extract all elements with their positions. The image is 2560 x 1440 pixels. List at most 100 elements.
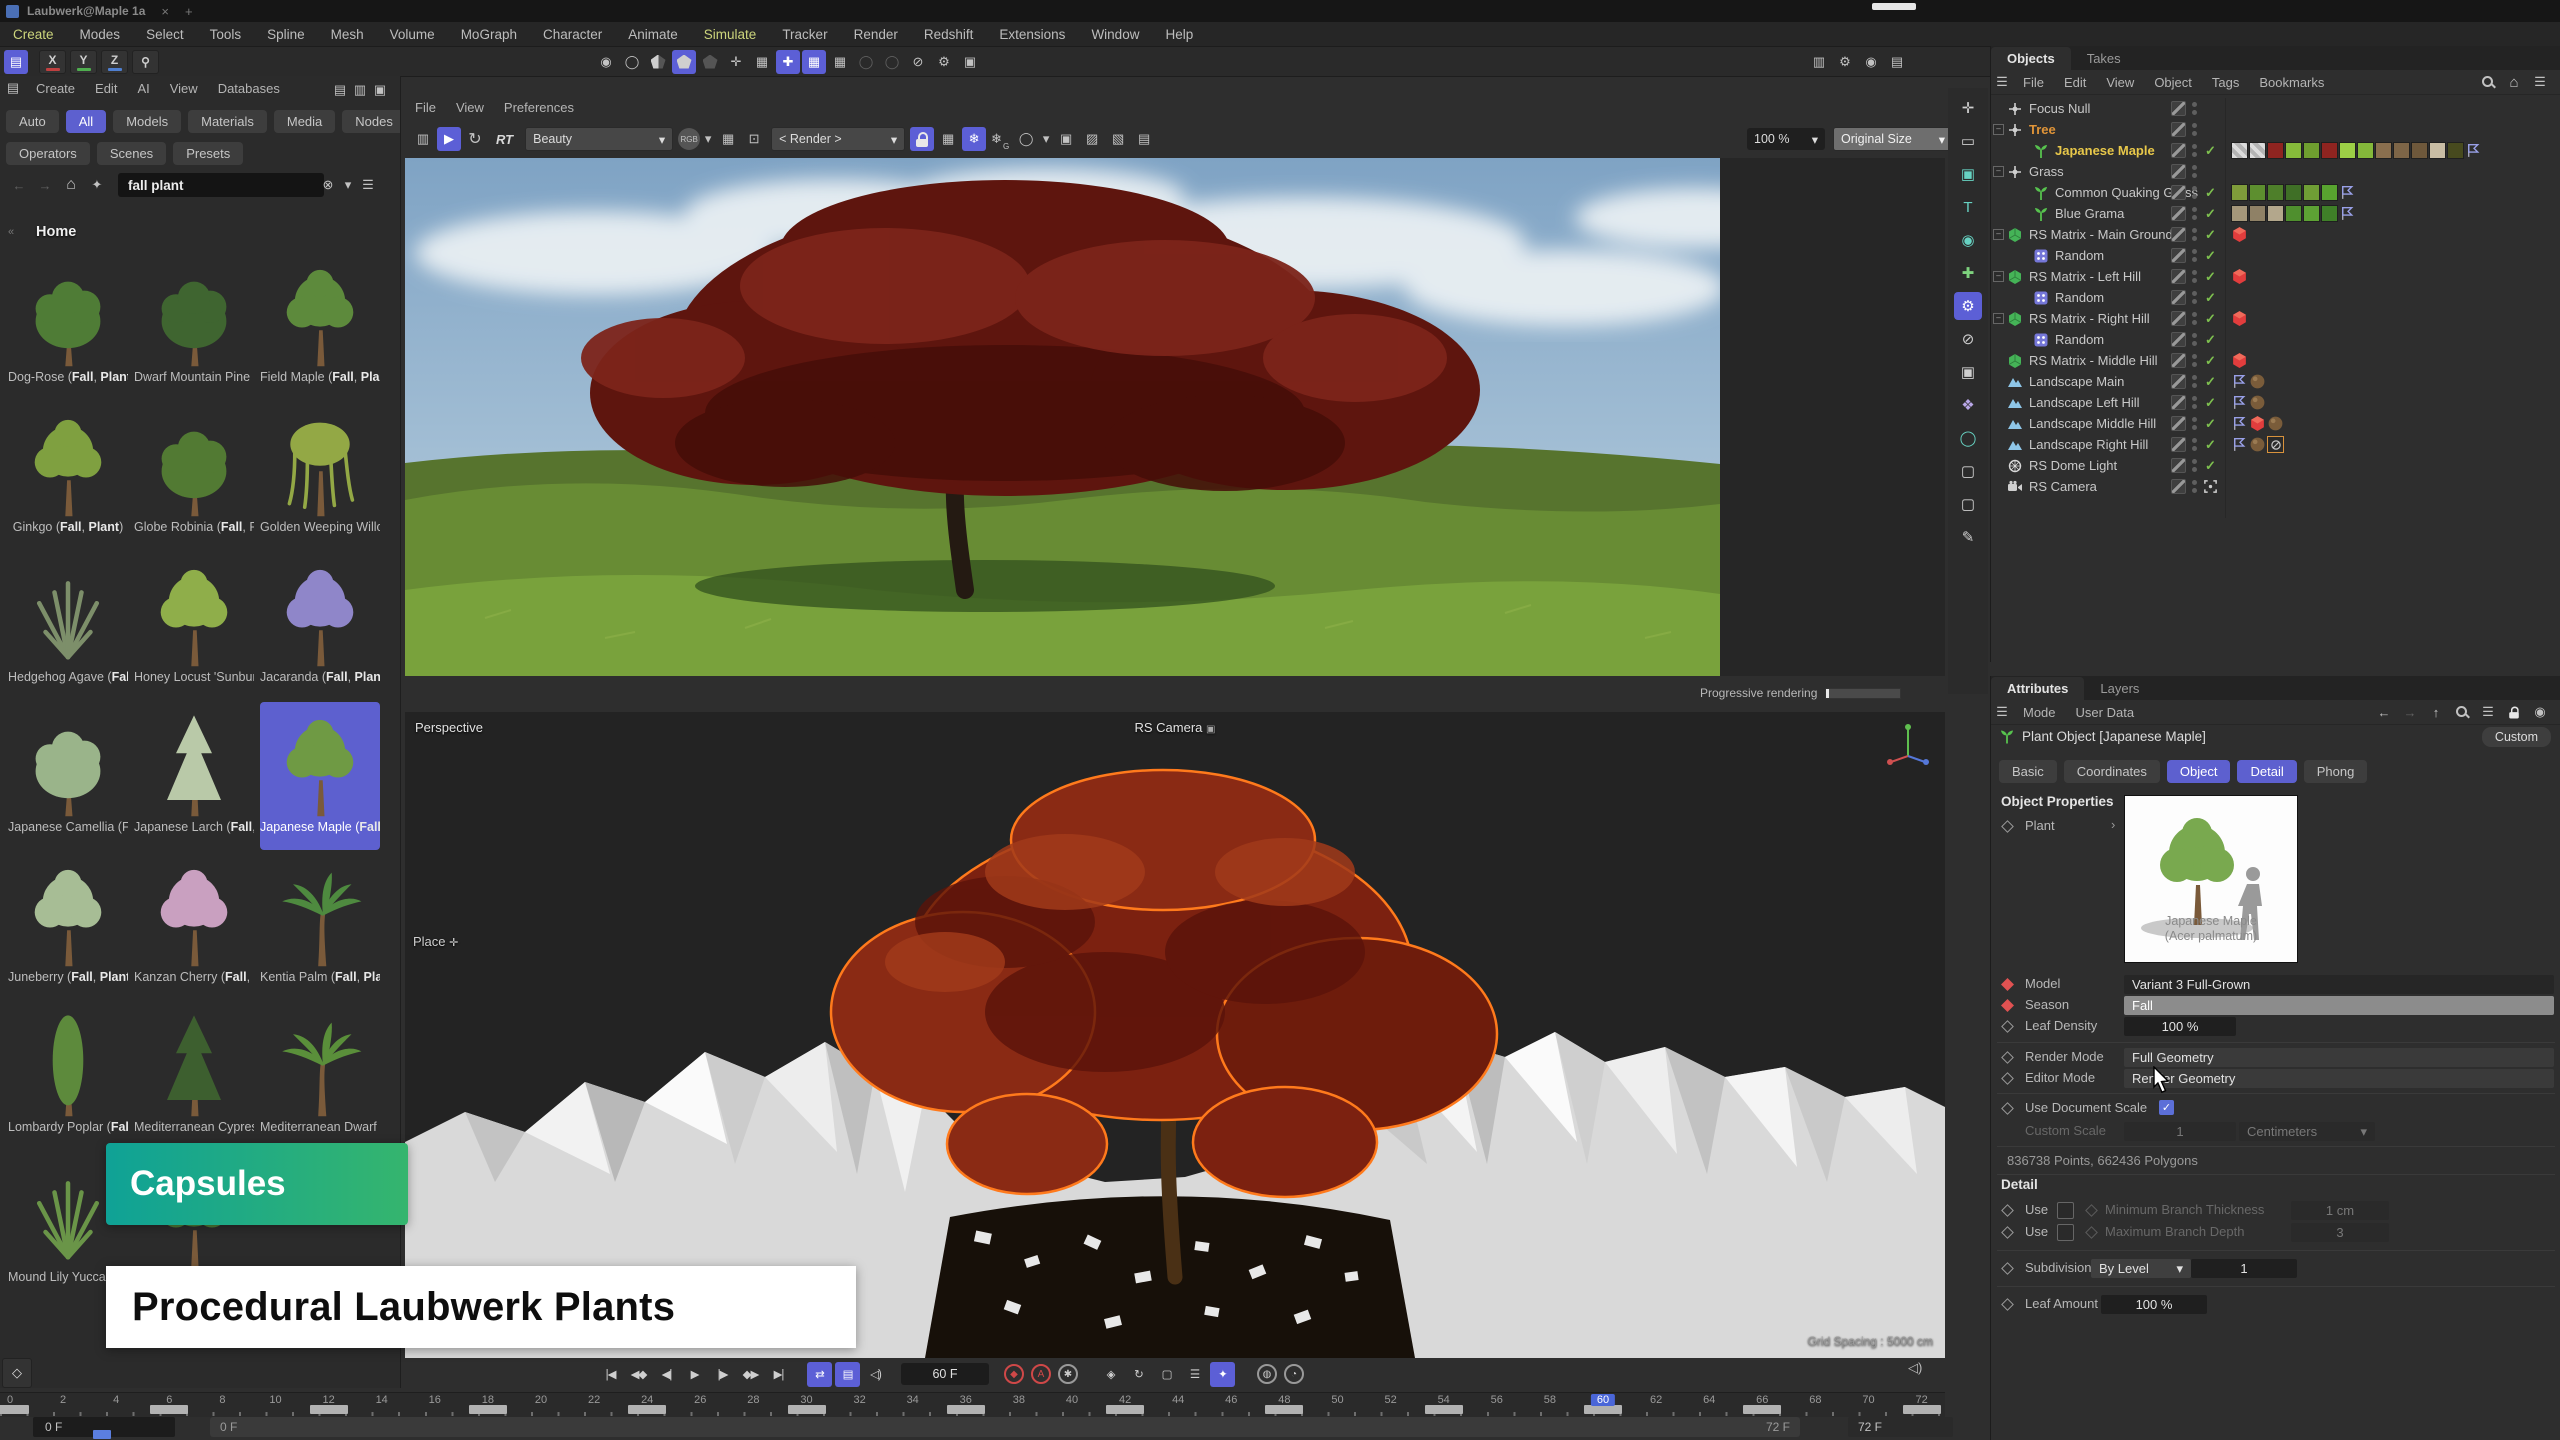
ruler-tick[interactable]: 52 <box>1384 1394 1396 1406</box>
asset-item[interactable]: Mediterranean Cypres... <box>134 1002 254 1150</box>
visibility-dots[interactable] <box>2192 186 2197 199</box>
attr-tab-object[interactable]: Object <box>2167 760 2231 783</box>
object-row[interactable]: –RS Matrix - Left Hill✓ <box>1991 266 2560 287</box>
freeze-icon[interactable]: ❄ <box>962 127 986 151</box>
keyframe-marker[interactable] <box>469 1405 507 1414</box>
flag-tag-icon[interactable] <box>2231 394 2248 411</box>
object-label[interactable]: Random <box>2055 290 2104 305</box>
material-swatch[interactable] <box>2267 184 2284 201</box>
object-label[interactable]: Japanese Maple <box>2055 143 2155 158</box>
pen-tool[interactable]: ✎ <box>1954 523 1982 551</box>
simulate-play[interactable]: ◯ <box>620 50 644 74</box>
menu-redshift[interactable]: Redshift <box>911 27 987 42</box>
layer-chip-icon[interactable] <box>2171 101 2186 116</box>
clapperboard-icon[interactable]: ▥ <box>411 127 435 151</box>
collapse-chevron-icon[interactable]: « <box>8 226 14 238</box>
object-row[interactable]: –RS Matrix - Main Ground✓ <box>1991 224 2560 245</box>
settings-gear[interactable]: ⚙ <box>932 50 956 74</box>
material-swatch[interactable] <box>2231 184 2248 201</box>
ruler-tick[interactable]: 8 <box>219 1394 225 1406</box>
mat-tag-icon[interactable] <box>2249 436 2266 453</box>
record-options-icon[interactable]: ✱ <box>1058 1364 1078 1384</box>
layer-chip-icon[interactable] <box>2171 143 2186 158</box>
attr-tab-basic[interactable]: Basic <box>1999 760 2057 783</box>
visibility-dots[interactable] <box>2192 396 2197 409</box>
subdivision-input[interactable]: 1 <box>2191 1259 2297 1278</box>
use-max-diamond[interactable] <box>2001 1226 2014 1239</box>
history-forward-icon[interactable]: → <box>2398 700 2422 724</box>
deformer-tool[interactable]: ⊘ <box>1954 325 1982 353</box>
enabled-check-icon[interactable]: ✓ <box>2205 458 2216 474</box>
menu-simulate[interactable]: Simulate <box>691 27 770 42</box>
play-render-icon[interactable]: ▶ <box>437 127 461 151</box>
menu-tracker[interactable]: Tracker <box>769 27 840 42</box>
ruler-tick[interactable]: 56 <box>1491 1394 1503 1406</box>
mini-keyframe-icon[interactable]: ◇ <box>2 1358 32 1388</box>
timeline-sound-icon[interactable]: ◁) <box>1908 1360 1922 1376</box>
rs-tag-icon[interactable] <box>2231 352 2248 369</box>
layer-chip-icon[interactable] <box>2171 332 2186 347</box>
ram-player-icon[interactable]: ▤ <box>835 1362 860 1387</box>
crop-icon[interactable]: ⊡ <box>742 127 766 151</box>
plane-tool[interactable]: ▭ <box>1954 127 1982 155</box>
object-label[interactable]: RS Matrix - Middle Hill <box>2029 353 2158 368</box>
filter-caret-icon[interactable]: ▾ <box>339 173 357 197</box>
menu-tools[interactable]: Tools <box>197 27 255 42</box>
home-icon[interactable]: ⌂ <box>2502 70 2526 94</box>
material-swatch[interactable] <box>2285 184 2302 201</box>
visibility-dots[interactable] <box>2192 417 2197 430</box>
render-mode-diamond[interactable] <box>2001 1051 2014 1064</box>
search-icon[interactable] <box>2450 700 2474 724</box>
prev-key-icon[interactable]: ◀◆ <box>626 1362 651 1387</box>
mat-tag-icon[interactable] <box>2249 394 2266 411</box>
attr-tab-detail[interactable]: Detail <box>2237 760 2296 783</box>
menu-animate[interactable]: Animate <box>615 27 691 42</box>
am-menu-mode[interactable]: Mode <box>2013 705 2066 720</box>
ruler-tick[interactable]: 50 <box>1331 1394 1343 1406</box>
visibility-dots[interactable] <box>2192 312 2197 325</box>
key-pla-icon[interactable]: ✦ <box>1210 1362 1235 1387</box>
volume-tool[interactable]: ▢ <box>1954 457 1982 485</box>
key-rotation-icon[interactable]: ↻ <box>1126 1362 1151 1387</box>
layer-chip-icon[interactable] <box>2171 122 2186 137</box>
key-scale-icon[interactable]: ▢ <box>1154 1362 1179 1387</box>
subdivision-mode-select[interactable]: By Level▾ <box>2091 1259 2191 1278</box>
enabled-check-icon[interactable]: ✓ <box>2205 269 2216 285</box>
om-menu-file[interactable]: File <box>2013 75 2054 90</box>
object-row[interactable]: –Grass <box>1991 161 2560 182</box>
ruler-tick[interactable]: 30 <box>800 1394 812 1406</box>
enabled-check-icon[interactable]: ✓ <box>2205 248 2216 264</box>
visibility-dots[interactable] <box>2192 291 2197 304</box>
material-swatch[interactable] <box>2249 142 2266 159</box>
layer-chip-icon[interactable] <box>2171 248 2186 263</box>
favorites-star-icon[interactable]: ✦ <box>85 173 109 197</box>
axis-lock-y[interactable]: Y <box>70 50 97 74</box>
clear-search-icon[interactable]: ⊗ <box>319 173 337 197</box>
ruler-tick[interactable]: 10 <box>269 1394 281 1406</box>
content-box[interactable]: ▣ <box>958 50 982 74</box>
region-icon[interactable]: ▨ <box>1080 127 1104 151</box>
stripes-icon[interactable]: ▧ <box>1106 127 1130 151</box>
view-options-icon[interactable]: ☰ <box>359 173 377 197</box>
sphere-tool[interactable]: ◉ <box>1954 226 1982 254</box>
history-back-icon[interactable]: ← <box>2372 700 2396 724</box>
viewport-label[interactable]: Perspective <box>415 720 483 735</box>
menu-help[interactable]: Help <box>1152 27 1206 42</box>
menu-extensions[interactable]: Extensions <box>986 27 1078 42</box>
play-icon[interactable]: ▶ <box>682 1362 707 1387</box>
flag-tag-icon[interactable] <box>2231 373 2248 390</box>
end-frame-field[interactable]: 72 F <box>1848 1417 1953 1437</box>
enabled-check-icon[interactable]: ✓ <box>2205 437 2216 453</box>
leaf-amount-input[interactable]: 100 % <box>2101 1295 2207 1314</box>
back-arrow-icon[interactable]: ← <box>7 173 31 197</box>
render-view[interactable]: ▥ <box>1807 50 1831 74</box>
mograph-tool[interactable]: ❖ <box>1954 391 1982 419</box>
render-settings-gear[interactable]: ⚙ <box>1833 50 1857 74</box>
rt-label[interactable]: RT <box>496 132 513 147</box>
asset-thumbnail[interactable] <box>12 854 124 968</box>
asset-thumbnail[interactable] <box>264 254 376 368</box>
panel-icon[interactable]: ▤ <box>1 76 25 100</box>
enabled-check-icon[interactable]: ✓ <box>2205 374 2216 390</box>
enabled-check-icon[interactable]: ✓ <box>2205 185 2216 201</box>
tab-models[interactable]: Models <box>113 110 181 133</box>
